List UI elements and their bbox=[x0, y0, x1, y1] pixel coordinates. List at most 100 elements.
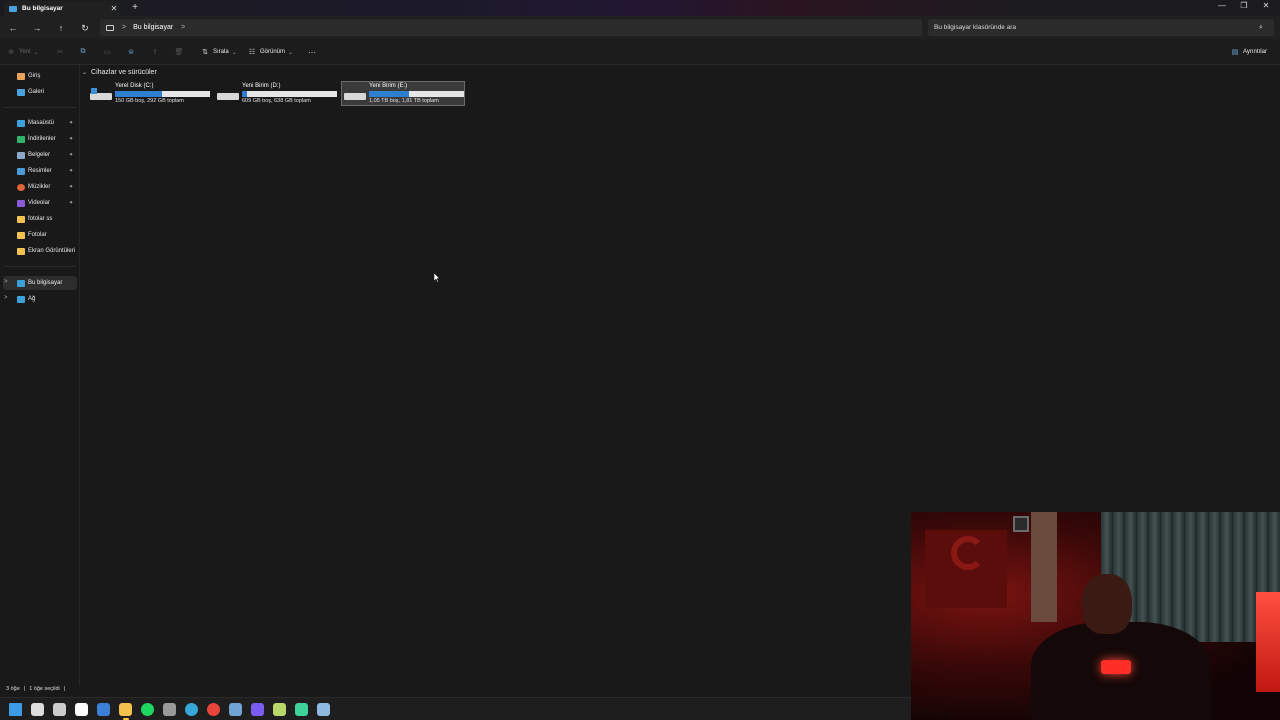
refresh-button[interactable]: ↻ bbox=[78, 21, 92, 35]
downloads-icon bbox=[17, 135, 25, 143]
new-tab-button[interactable]: + bbox=[130, 2, 140, 13]
sidebar-item-label: Galeri bbox=[28, 89, 45, 95]
sidebar-item-home[interactable]: Giriş bbox=[3, 69, 77, 83]
windows-start-icon[interactable] bbox=[9, 703, 22, 716]
task-view-icon[interactable] bbox=[53, 703, 66, 716]
microphone bbox=[1101, 660, 1131, 674]
copy-button[interactable]: ⧉ bbox=[78, 46, 88, 58]
close-tab-icon[interactable]: ✕ bbox=[108, 4, 120, 13]
sidebar-item-label: Fotolar bbox=[28, 232, 47, 238]
file-explorer-icon[interactable] bbox=[119, 703, 132, 716]
rename-icon: ⊜ bbox=[128, 49, 134, 56]
selection-count: 1 öğe seçildi bbox=[29, 686, 60, 692]
drive-item-e[interactable]: Yeni Birim (E:) 1,05 TB boş, 1,81 TB top… bbox=[341, 81, 465, 106]
steam-icon[interactable] bbox=[229, 703, 242, 716]
sidebar-item-label: Masaüstü bbox=[28, 120, 55, 126]
tab-this-pc[interactable]: Bu bilgisayar ✕ bbox=[4, 1, 120, 16]
new-button[interactable]: ⊕ Yeni ⌄ bbox=[6, 46, 39, 58]
sidebar-item-label: Belgeler bbox=[28, 152, 51, 158]
copy-icon: ⧉ bbox=[80, 48, 86, 55]
sidebar-item-screenshots[interactable]: Ekran Görüntüleri bbox=[3, 244, 77, 258]
details-pane-icon: ▤ bbox=[1231, 49, 1239, 56]
pictures-icon bbox=[17, 167, 25, 175]
sidebar-item-pictures[interactable]: Resimler ✦ bbox=[3, 164, 77, 178]
search-input[interactable]: Bu bilgisayar klasöründe ara ⌕ bbox=[928, 19, 1274, 36]
drive-icon bbox=[217, 88, 239, 100]
steam-alt-icon[interactable] bbox=[317, 703, 330, 716]
home-icon bbox=[17, 72, 25, 80]
forward-button[interactable]: → bbox=[30, 21, 44, 35]
drive-item-d[interactable]: Yeni Birim (D:) 609 GB boş, 638 GB topla… bbox=[215, 81, 339, 106]
chrome-icon[interactable] bbox=[207, 703, 220, 716]
back-button[interactable]: ← bbox=[6, 21, 20, 35]
up-button[interactable]: ↑ bbox=[54, 21, 68, 35]
drive-name: Yerel Disk (C:) bbox=[115, 83, 154, 89]
sidebar-item-this-pc[interactable]: Bu bilgisayar bbox=[3, 276, 77, 290]
status-bar: 3 öğe | 1 öğe seçildi | bbox=[6, 686, 65, 692]
videos-icon bbox=[17, 199, 25, 207]
sidebar-item-downloads[interactable]: İndirilenler ✦ bbox=[3, 132, 77, 146]
drive-icon bbox=[344, 88, 366, 100]
sort-button[interactable]: ⇅ Sırala ⌄ bbox=[200, 46, 237, 58]
drive-size: 609 GB boş, 638 GB toplam bbox=[242, 98, 311, 104]
expand-chevron-icon[interactable]: > bbox=[4, 295, 8, 301]
navigation-bar: ← → ↑ ↻ > Bu bilgisayar > Bu bilgisayar … bbox=[0, 16, 1280, 39]
cut-button[interactable]: ✂ bbox=[55, 46, 65, 58]
chevron-down-icon: ⌄ bbox=[33, 49, 39, 56]
breadcrumb-this-pc[interactable]: Bu bilgisayar bbox=[133, 24, 173, 31]
breadcrumb-separator[interactable]: > bbox=[122, 24, 126, 31]
section-devices-drives[interactable]: ⌄ Cihazlar ve sürücüler bbox=[82, 69, 157, 76]
drive-name: Yeni Birim (D:) bbox=[242, 83, 281, 89]
sidebar-item-videos[interactable]: Videolar ✦ bbox=[3, 196, 77, 210]
sidebar-item-documents[interactable]: Belgeler ✦ bbox=[3, 148, 77, 162]
delete-button[interactable]: 🗑 bbox=[174, 46, 184, 58]
sort-icon: ⇅ bbox=[202, 49, 208, 56]
sidebar-item-label: Resimler bbox=[28, 168, 52, 174]
media-icon[interactable] bbox=[295, 703, 308, 716]
close-window-button[interactable]: ✕ bbox=[1259, 1, 1273, 10]
store-icon[interactable] bbox=[75, 703, 88, 716]
trash-icon: 🗑 bbox=[174, 49, 184, 56]
add-icon: ⊕ bbox=[8, 49, 14, 56]
drive-usage-fill bbox=[369, 91, 409, 97]
more-options-button[interactable]: ··· bbox=[308, 46, 316, 58]
drive-usage-bar bbox=[369, 91, 464, 97]
desktop-icon bbox=[17, 119, 25, 127]
address-bar[interactable]: > Bu bilgisayar > bbox=[100, 19, 922, 36]
sidebar-item-fotolar-ss[interactable]: fotolar ss bbox=[3, 212, 77, 226]
expand-chevron-icon[interactable]: > bbox=[4, 279, 8, 285]
drive-name: Yeni Birim (E:) bbox=[369, 83, 408, 89]
rename-button[interactable]: ⊜ bbox=[126, 46, 136, 58]
sidebar-item-music[interactable]: Müzikler ✦ bbox=[3, 180, 77, 194]
drive-item-c[interactable]: Yerel Disk (C:) 150 GB boş, 292 GB topla… bbox=[88, 81, 212, 106]
sidebar-item-gallery[interactable]: Galeri bbox=[3, 85, 77, 99]
title-bar: Bu bilgisayar ✕ + — ❐ ✕ bbox=[0, 0, 1280, 16]
paste-button[interactable]: ▭ bbox=[102, 46, 112, 58]
search-icon[interactable] bbox=[31, 703, 44, 716]
breadcrumb-separator[interactable]: > bbox=[181, 24, 185, 31]
app-icon[interactable] bbox=[273, 703, 286, 716]
details-button[interactable]: ▤ Ayrıntılar bbox=[1230, 46, 1267, 58]
network-icon bbox=[17, 295, 25, 303]
maximize-button[interactable]: ❐ bbox=[1237, 1, 1251, 10]
browser-icon[interactable] bbox=[97, 703, 110, 716]
spotify-icon[interactable] bbox=[141, 703, 154, 716]
drive-size: 1,05 TB boş, 1,81 TB toplam bbox=[369, 98, 439, 104]
new-label: Yeni bbox=[19, 49, 31, 55]
view-button[interactable]: ☷ Görünüm ⌄ bbox=[247, 46, 293, 58]
status-separator: | bbox=[63, 686, 66, 692]
sidebar-item-network[interactable]: Ağ bbox=[3, 292, 77, 306]
sidebar-item-fotolar[interactable]: Fotolar bbox=[3, 228, 77, 242]
pin-icon: ✦ bbox=[69, 120, 74, 126]
share-button[interactable]: ⇪ bbox=[150, 46, 160, 58]
wall-frame bbox=[1013, 516, 1029, 532]
share-icon: ⇪ bbox=[152, 49, 158, 56]
sidebar-item-label: Ağ bbox=[28, 296, 36, 302]
sidebar-item-desktop[interactable]: Masaüstü ✦ bbox=[3, 116, 77, 130]
sidebar-item-label: İndirilenler bbox=[28, 136, 56, 142]
flag-crescent bbox=[951, 536, 985, 570]
discord-icon[interactable] bbox=[251, 703, 264, 716]
minimize-button[interactable]: — bbox=[1215, 1, 1229, 10]
edge-icon[interactable] bbox=[185, 703, 198, 716]
settings-icon[interactable] bbox=[163, 703, 176, 716]
